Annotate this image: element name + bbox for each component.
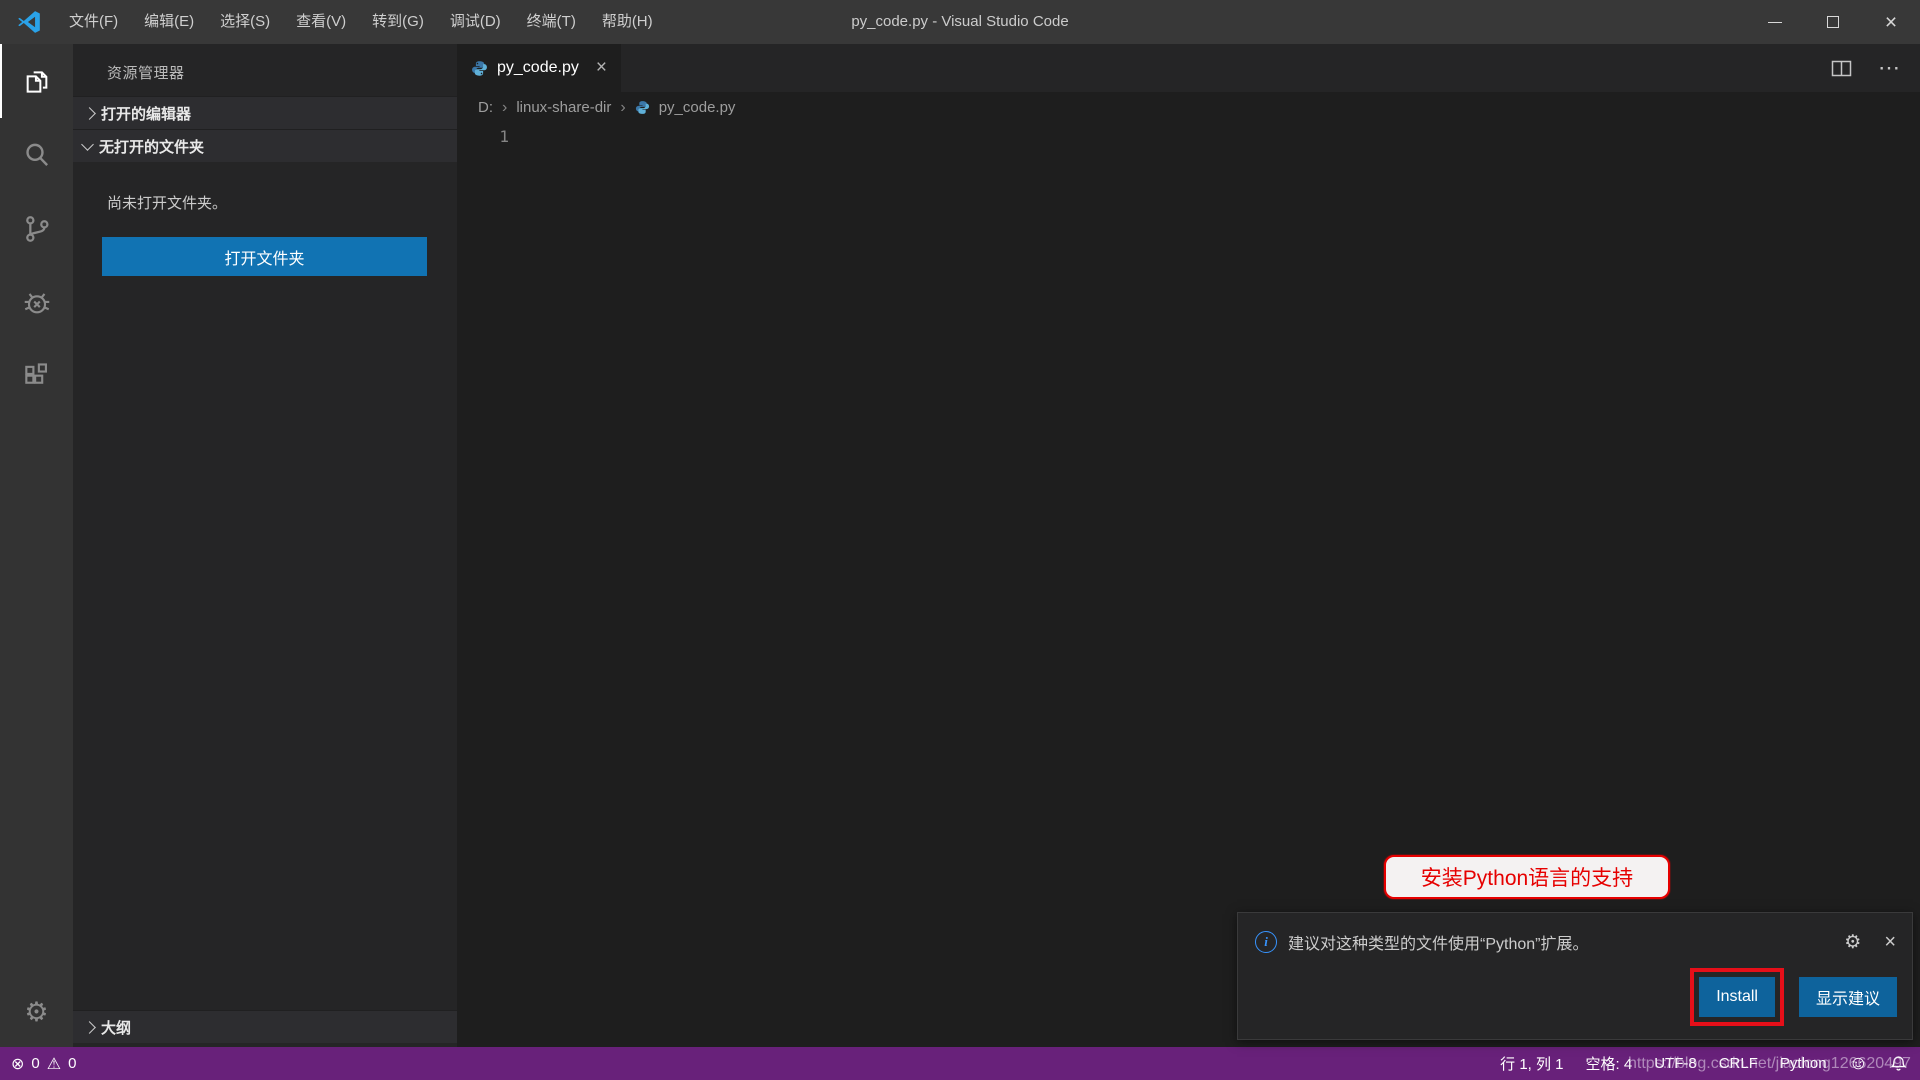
menu-terminal[interactable]: 终端(T) — [514, 0, 589, 44]
code-area[interactable]: 1 — [457, 127, 1920, 146]
error-count: 0 — [31, 1055, 39, 1072]
chevron-down-icon — [81, 138, 94, 151]
line-number: 1 — [457, 127, 509, 146]
menu-edit[interactable]: 编辑(E) — [131, 0, 207, 44]
line-ending-status[interactable]: CRLF — [1719, 1055, 1758, 1072]
chevron-right-icon — [83, 1021, 96, 1034]
breadcrumb-folder[interactable]: linux-share-dir — [516, 99, 611, 116]
vscode-logo-icon — [16, 9, 42, 35]
error-icon: ⊗ — [11, 1054, 24, 1074]
editor-tab-bar: py_code.py × ⋯ — [457, 44, 1920, 92]
show-suggestions-button[interactable]: 显示建议 — [1799, 977, 1897, 1017]
notification-actions: Install 显示建议 — [1690, 968, 1897, 1026]
open-folder-button[interactable]: 打开文件夹 — [102, 237, 427, 276]
sidebar-title: 资源管理器 — [73, 44, 457, 96]
window-title: py_code.py - Visual Studio Code — [851, 0, 1068, 44]
breadcrumb-file[interactable]: py_code.py — [659, 99, 736, 116]
search-icon — [21, 139, 53, 171]
cursor-position-status[interactable]: 行 1, 列 1 — [1500, 1053, 1563, 1074]
breadcrumb-drive[interactable]: D: — [478, 99, 493, 116]
breadcrumb-separator-icon: › — [620, 99, 625, 117]
breadcrumb-separator-icon: › — [502, 99, 507, 117]
no-folder-message: 尚未打开文件夹。 — [107, 192, 457, 213]
split-editor-icon[interactable] — [1831, 60, 1852, 77]
settings-gear-icon: ⚙ — [24, 997, 48, 1028]
menu-selection[interactable]: 选择(S) — [207, 0, 283, 44]
section-open-editors[interactable]: 打开的编辑器 — [73, 96, 457, 129]
warning-icon: ⚠ — [47, 1054, 61, 1074]
activitybar-debug[interactable] — [0, 266, 73, 340]
explorer-files-icon — [21, 65, 53, 97]
section-no-folder[interactable]: 无打开的文件夹 — [73, 129, 457, 162]
tab-label: py_code.py — [497, 59, 579, 77]
section-open-editors-label: 打开的编辑器 — [101, 103, 191, 124]
minimize-button[interactable] — [1746, 0, 1804, 44]
status-bar: ⊗ 0 ⚠ 0 https://blog.csdn.net/jiaolong12… — [0, 1047, 1920, 1080]
maximize-icon — [1827, 16, 1839, 28]
tutorial-annotation-label: 安装Python语言的支持 — [1421, 862, 1633, 892]
status-bar-right: 行 1, 列 1 空格: 4 UTF-8 CRLF Python ☺ — [1500, 1047, 1907, 1080]
explorer-sidebar: 资源管理器 打开的编辑器 无打开的文件夹 尚未打开文件夹。 打开文件夹 大纲 — [73, 44, 457, 1047]
encoding-status[interactable]: UTF-8 — [1654, 1055, 1697, 1072]
close-window-button[interactable]: × — [1862, 0, 1920, 44]
feedback-smiley-icon[interactable]: ☺ — [1849, 1053, 1868, 1075]
warning-count: 0 — [68, 1055, 76, 1072]
chevron-right-icon — [83, 107, 96, 120]
notification-message: 建议对这种类型的文件使用“Python”扩展。 — [1288, 930, 1833, 954]
debug-bug-icon — [21, 287, 53, 319]
menu-debug[interactable]: 调试(D) — [437, 0, 514, 44]
notification-header: i 建议对这种类型的文件使用“Python”扩展。 ⚙ × — [1238, 913, 1912, 954]
section-outline[interactable]: 大纲 — [73, 1010, 457, 1043]
menu-file[interactable]: 文件(F) — [56, 0, 131, 44]
extensions-icon — [21, 361, 53, 393]
install-button[interactable]: Install — [1699, 977, 1775, 1017]
menu-view[interactable]: 查看(V) — [283, 0, 359, 44]
activitybar-extensions[interactable] — [0, 340, 73, 414]
activitybar-explorer[interactable] — [0, 44, 73, 118]
python-file-icon — [471, 60, 488, 77]
notification-settings-gear-icon[interactable]: ⚙ — [1844, 931, 1861, 954]
tutorial-annotation: 安装Python语言的支持 — [1384, 855, 1670, 899]
notification-close-icon[interactable]: × — [1884, 931, 1896, 954]
menu-go[interactable]: 转到(G) — [359, 0, 437, 44]
editor-area: py_code.py × ⋯ D: › linux-share-dir › py… — [457, 44, 1920, 1047]
activity-bar-spacer — [0, 414, 73, 977]
window-controls: × — [1746, 0, 1920, 44]
activitybar-search[interactable] — [0, 118, 73, 192]
install-highlight-box: Install — [1690, 968, 1784, 1026]
menu-help[interactable]: 帮助(H) — [589, 0, 666, 44]
close-icon: × — [1885, 12, 1897, 33]
notification-toast: i 建议对这种类型的文件使用“Python”扩展。 ⚙ × Install 显示… — [1237, 912, 1913, 1040]
source-control-branch-icon — [21, 213, 53, 245]
minimize-icon — [1768, 22, 1782, 23]
activitybar-settings[interactable]: ⚙ — [0, 977, 73, 1047]
editor-actions: ⋯ — [1831, 44, 1902, 92]
notifications-bell-icon[interactable] — [1890, 1055, 1907, 1072]
breadcrumb: D: › linux-share-dir › py_code.py — [457, 92, 1920, 123]
tab-py-code[interactable]: py_code.py × — [457, 44, 621, 92]
python-file-icon — [635, 100, 650, 115]
menu-bar: 文件(F) 编辑(E) 选择(S) 查看(V) 转到(G) 调试(D) 终端(T… — [56, 0, 666, 44]
indentation-status[interactable]: 空格: 4 — [1586, 1053, 1633, 1074]
problems-status[interactable]: ⊗ 0 ⚠ 0 — [0, 1054, 76, 1074]
language-mode-status[interactable]: Python — [1780, 1055, 1827, 1072]
section-no-folder-label: 无打开的文件夹 — [99, 136, 204, 157]
tab-close-icon[interactable]: × — [596, 57, 607, 79]
section-outline-label: 大纲 — [101, 1017, 131, 1038]
maximize-button[interactable] — [1804, 0, 1862, 44]
activitybar-source-control[interactable] — [0, 192, 73, 266]
more-actions-icon[interactable]: ⋯ — [1878, 55, 1902, 81]
info-icon: i — [1255, 931, 1277, 953]
title-bar: 文件(F) 编辑(E) 选择(S) 查看(V) 转到(G) 调试(D) 终端(T… — [0, 0, 1920, 44]
activity-bar: ⚙ — [0, 44, 73, 1047]
